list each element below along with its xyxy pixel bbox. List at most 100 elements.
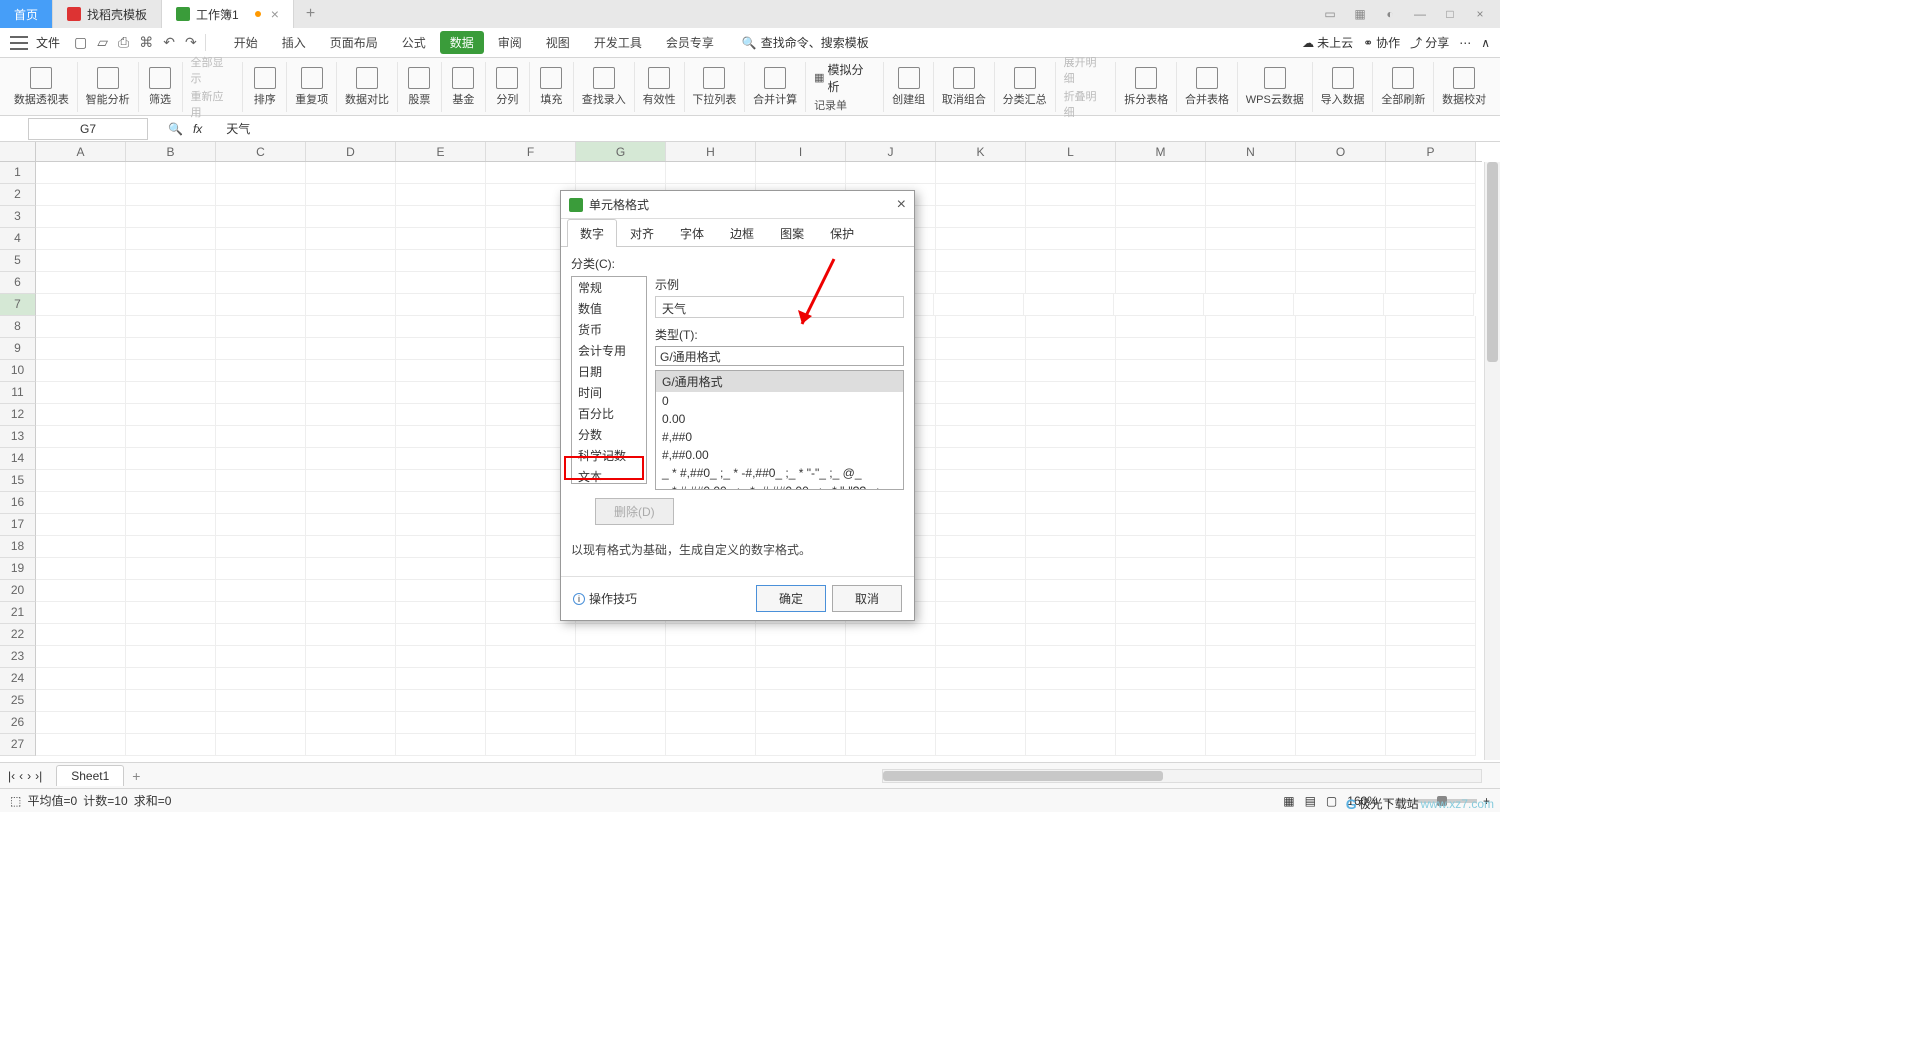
cell[interactable] [216, 558, 306, 580]
cell[interactable] [306, 426, 396, 448]
cell[interactable] [36, 668, 126, 690]
cell[interactable] [36, 690, 126, 712]
cell[interactable] [846, 712, 936, 734]
cell[interactable] [846, 734, 936, 756]
cell[interactable] [1026, 426, 1116, 448]
col-A[interactable]: A [36, 142, 126, 161]
cell[interactable] [934, 294, 1024, 316]
open-icon[interactable]: ▱ [97, 34, 108, 51]
cell[interactable] [1296, 338, 1386, 360]
rb-mergetab[interactable]: 合并表格 [1177, 62, 1238, 112]
cell[interactable] [306, 206, 396, 228]
cell[interactable] [1206, 184, 1296, 206]
cell[interactable] [756, 646, 846, 668]
row-17[interactable]: 17 [0, 514, 36, 536]
vertical-scrollbar[interactable] [1484, 162, 1500, 760]
cell[interactable] [1386, 272, 1476, 294]
cell[interactable] [1386, 338, 1476, 360]
cell[interactable] [936, 536, 1026, 558]
dialog-title-bar[interactable]: 单元格格式 × [561, 191, 914, 219]
row-15[interactable]: 15 [0, 470, 36, 492]
cell[interactable] [306, 448, 396, 470]
category-item[interactable]: 科学记数 [572, 445, 646, 466]
cell[interactable] [396, 536, 486, 558]
cell[interactable] [36, 404, 126, 426]
rb-valid[interactable]: 有效性 [635, 62, 685, 112]
rb-group[interactable]: 创建组 [884, 62, 934, 112]
cell[interactable] [216, 206, 306, 228]
dtab-font[interactable]: 字体 [667, 219, 717, 247]
rb-sort[interactable]: 排序 [243, 62, 287, 112]
cell[interactable] [1116, 668, 1206, 690]
horizontal-scrollbar[interactable] [882, 769, 1482, 783]
row-3[interactable]: 3 [0, 206, 36, 228]
cell[interactable] [936, 404, 1026, 426]
cell[interactable] [396, 558, 486, 580]
cell[interactable] [756, 624, 846, 646]
dtab-protect[interactable]: 保护 [817, 219, 867, 247]
cell[interactable] [1206, 624, 1296, 646]
row-22[interactable]: 22 [0, 624, 36, 646]
cell[interactable] [396, 250, 486, 272]
cell[interactable] [1116, 338, 1206, 360]
cell[interactable] [1294, 294, 1384, 316]
close-icon[interactable]: × [271, 6, 279, 22]
cell[interactable] [486, 690, 576, 712]
row-21[interactable]: 21 [0, 602, 36, 624]
category-item[interactable]: 货币 [572, 319, 646, 340]
rb-compare[interactable]: 数据对比 [337, 62, 398, 112]
row-25[interactable]: 25 [0, 690, 36, 712]
cell[interactable] [1026, 580, 1116, 602]
cell[interactable] [1296, 536, 1386, 558]
cell[interactable] [396, 470, 486, 492]
cell[interactable] [1386, 250, 1476, 272]
row-12[interactable]: 12 [0, 404, 36, 426]
cell[interactable] [936, 228, 1026, 250]
cell[interactable] [666, 690, 756, 712]
rb-lookup[interactable]: 查找录入 [574, 62, 635, 112]
cell[interactable] [36, 558, 126, 580]
cell[interactable] [216, 668, 306, 690]
cancel-button[interactable]: 取消 [832, 585, 902, 612]
cell[interactable] [126, 668, 216, 690]
cell[interactable] [126, 206, 216, 228]
cell[interactable] [1206, 228, 1296, 250]
preview-icon[interactable]: ⌘ [139, 34, 153, 51]
cell[interactable] [396, 492, 486, 514]
cell[interactable] [1296, 514, 1386, 536]
cell[interactable] [1296, 580, 1386, 602]
cell[interactable] [1026, 272, 1116, 294]
cell[interactable] [396, 426, 486, 448]
cell[interactable] [306, 734, 396, 756]
rb-ungroup[interactable]: 取消组合 [934, 62, 995, 112]
category-item[interactable]: 分数 [572, 424, 646, 445]
view-break-icon[interactable]: ▢ [1326, 794, 1337, 808]
ribtab-start[interactable]: 开始 [224, 31, 268, 54]
cell[interactable] [1114, 294, 1204, 316]
share-button[interactable]: ⤴ 分享 [1410, 34, 1449, 51]
cell[interactable] [1296, 624, 1386, 646]
cell[interactable] [1116, 514, 1206, 536]
tab-templates[interactable]: 找稻壳模板 [53, 0, 162, 28]
rb-consol[interactable]: 合并计算 [745, 62, 806, 112]
rb-subtotal[interactable]: 分类汇总 [995, 62, 1056, 112]
cell[interactable] [216, 690, 306, 712]
cell[interactable] [936, 206, 1026, 228]
cell[interactable] [1116, 448, 1206, 470]
row-13[interactable]: 13 [0, 426, 36, 448]
type-item[interactable]: 0.00 [656, 410, 903, 428]
last-sheet-icon[interactable]: ›| [35, 769, 42, 783]
cell[interactable] [1206, 162, 1296, 184]
cell[interactable] [36, 316, 126, 338]
category-item[interactable]: 百分比 [572, 403, 646, 424]
cell[interactable] [576, 624, 666, 646]
cell[interactable] [1386, 492, 1476, 514]
cell[interactable] [1386, 624, 1476, 646]
tab-workbook[interactable]: 工作簿1× [162, 0, 294, 28]
cell[interactable] [216, 272, 306, 294]
cell[interactable] [1386, 712, 1476, 734]
cell[interactable] [1206, 316, 1296, 338]
formula-value[interactable]: 天气 [226, 120, 250, 137]
col-F[interactable]: F [486, 142, 576, 161]
col-L[interactable]: L [1026, 142, 1116, 161]
